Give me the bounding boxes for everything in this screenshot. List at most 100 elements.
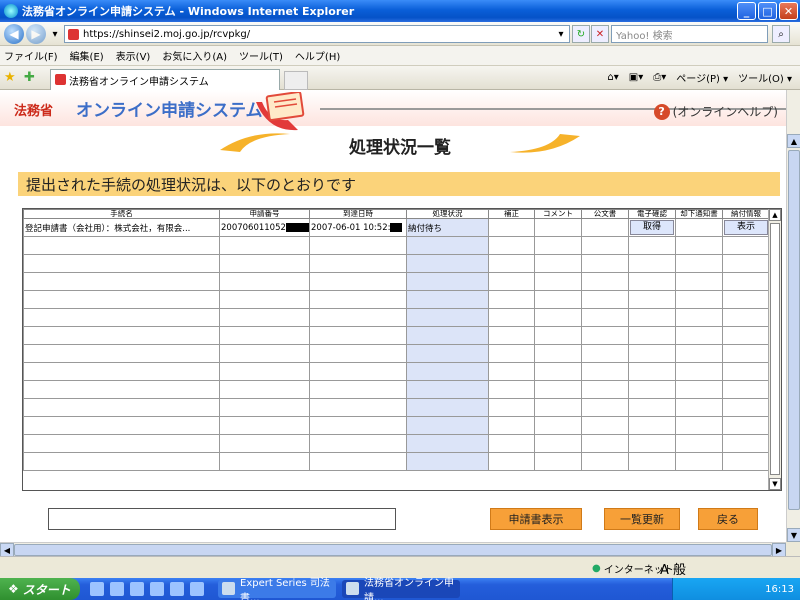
menu-edit[interactable]: 編集(E) [70, 48, 104, 63]
table-row [23, 272, 770, 291]
payment-info-view-button[interactable]: 表示 [724, 220, 768, 235]
table-cell [219, 236, 310, 255]
back-button[interactable]: 戻る [698, 508, 758, 530]
table-cell [488, 344, 535, 363]
table-cell [23, 290, 220, 309]
search-input[interactable]: Yahoo! 検索 [611, 25, 768, 43]
table-cell [488, 254, 535, 273]
maximize-button[interactable]: □ [758, 2, 777, 20]
taskbar-item-expert[interactable]: Expert Series 司法書... [218, 578, 336, 600]
table-cell [581, 308, 629, 327]
tools-menu[interactable]: ツール(O) ▾ [738, 70, 792, 85]
quicklaunch-ie-icon[interactable] [110, 582, 124, 596]
table-cell [309, 344, 407, 363]
add-favorite-icon[interactable]: ✚ [24, 70, 35, 85]
back-nav-button[interactable]: ◀ [4, 24, 24, 44]
quicklaunch-app-icon[interactable] [150, 582, 164, 596]
table-cell [722, 452, 770, 471]
redaction-mark [390, 222, 403, 232]
table-cell [581, 254, 629, 273]
minimize-button[interactable]: _ [737, 2, 756, 20]
table-cell [534, 452, 582, 471]
refresh-icon[interactable]: ↻ [572, 25, 590, 43]
redaction-mark [285, 222, 309, 232]
e-confirm-get-button[interactable]: 取得 [630, 220, 674, 235]
table-row [23, 416, 770, 435]
table-cell [406, 452, 489, 471]
print-icon[interactable]: ⎙▾ [653, 72, 666, 83]
quicklaunch-app-icon[interactable] [90, 582, 104, 596]
table-scroll-thumb[interactable] [770, 223, 780, 475]
table-cell [628, 326, 676, 345]
page-scroll-up-icon[interactable]: ▲ [787, 134, 800, 148]
menu-view[interactable]: 表示(V) [116, 48, 151, 63]
table-cell [534, 398, 582, 417]
ime-bar[interactable]: A 般 [660, 559, 686, 578]
page-horizontal-scrollbar[interactable]: ◀ ▶ [0, 542, 786, 557]
col-e-confirm: 電子確認 [628, 209, 676, 219]
table-cell [488, 362, 535, 381]
table-scrollbar[interactable]: ▲ ▼ [768, 209, 781, 490]
start-button[interactable]: ❖ スタート [0, 578, 80, 600]
table-cell [581, 362, 629, 381]
page-scroll-thumb[interactable] [788, 150, 800, 510]
close-window-button[interactable]: ✕ [779, 2, 798, 20]
refresh-list-button[interactable]: 一覧更新 [604, 508, 680, 530]
taskbar-item-ie[interactable]: 法務省オンライン申請... [342, 578, 460, 600]
new-tab-button[interactable] [284, 71, 308, 90]
page-scroll-right-icon[interactable]: ▶ [772, 543, 786, 557]
page-scroll-down-icon[interactable]: ▼ [787, 528, 800, 542]
col-comment: コメント [534, 209, 582, 219]
table-cell [534, 416, 582, 435]
favorites-star-icon[interactable]: ★ [4, 70, 16, 85]
table-cell [581, 236, 629, 255]
table-cell [309, 380, 407, 399]
table-cell [534, 434, 582, 453]
history-dropdown-icon[interactable]: ▾ [46, 25, 64, 43]
table-cell [628, 452, 676, 471]
table-cell [488, 416, 535, 435]
table-cell [722, 344, 770, 363]
ime-mode[interactable]: A 般 [660, 559, 686, 578]
table-cell [628, 416, 676, 435]
view-application-button[interactable]: 申請書表示 [490, 508, 582, 530]
table-cell [219, 416, 310, 435]
table-cell [628, 344, 676, 363]
table-cell [534, 308, 582, 327]
home-icon[interactable]: ⌂▾ [607, 72, 618, 83]
cell-arrival: 2007-06-01 10:52: [309, 218, 407, 237]
quicklaunch-app-icon[interactable] [170, 582, 184, 596]
table-cell [23, 272, 220, 291]
app-icon [222, 582, 235, 595]
forward-nav-button[interactable]: ▶ [26, 24, 46, 44]
menu-tools[interactable]: ツール(T) [239, 48, 283, 63]
col-official-doc: 公文書 [581, 209, 629, 219]
table-row [23, 290, 770, 309]
table-cell [675, 344, 723, 363]
stop-icon[interactable]: ✕ [591, 25, 609, 43]
page-scroll-left-icon[interactable]: ◀ [0, 543, 14, 557]
table-scroll-up-icon[interactable]: ▲ [769, 209, 781, 221]
menu-help[interactable]: ヘルプ(H) [295, 48, 340, 63]
table-cell [309, 416, 407, 435]
page-hscroll-thumb[interactable] [14, 544, 772, 556]
table-row[interactable]: 登記申請書（会社用）：株式会社，有限会... 200706011052 2007… [23, 218, 770, 237]
browser-tab[interactable]: 法務省オンライン申請システム [50, 69, 280, 90]
table-cell [581, 290, 629, 309]
quicklaunch-app-icon[interactable] [190, 582, 204, 596]
page-vertical-scrollbar[interactable]: ▲ ▼ [786, 90, 800, 542]
address-dropdown-icon[interactable]: ▾ [552, 25, 570, 43]
search-go-icon[interactable]: ⌕ [772, 25, 790, 43]
table-cell [309, 272, 407, 291]
table-scroll-down-icon[interactable]: ▼ [769, 478, 781, 490]
cell-correction [488, 218, 535, 237]
online-help-link[interactable]: ? (オンラインヘルプ) [653, 103, 778, 120]
table-cell [534, 254, 582, 273]
address-input[interactable]: https://shinsei2.moj.go.jp/rcvpkg/ [64, 25, 570, 43]
menu-favorites[interactable]: お気に入り(A) [162, 48, 227, 63]
message-box [48, 508, 396, 530]
feeds-icon[interactable]: ▣▾ [629, 72, 643, 83]
menu-file[interactable]: ファイル(F) [4, 48, 58, 63]
quicklaunch-app-icon[interactable] [130, 582, 144, 596]
page-menu[interactable]: ページ(P) ▾ [676, 70, 728, 85]
